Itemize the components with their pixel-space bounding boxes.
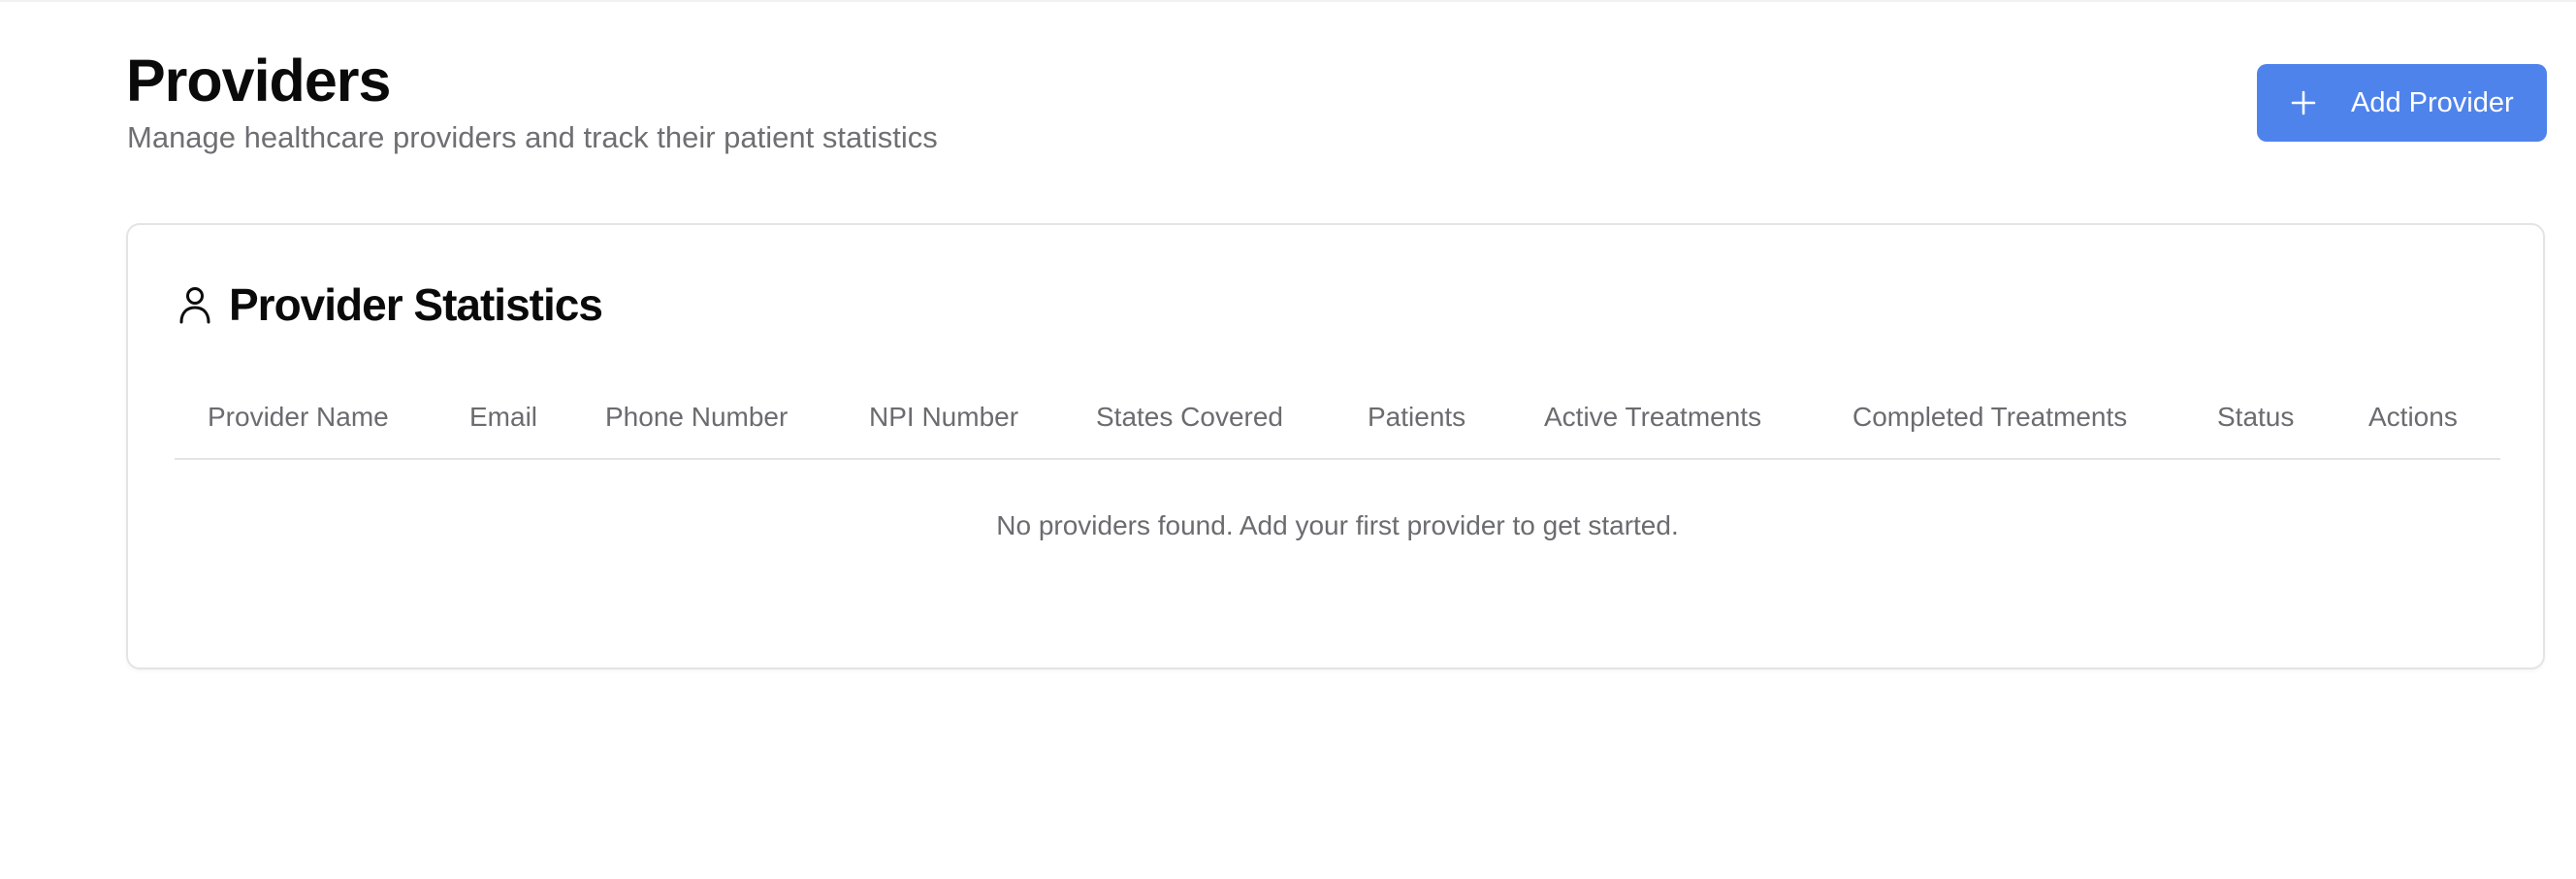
column-header-status[interactable]: Status xyxy=(2217,376,2294,458)
user-icon xyxy=(179,287,210,324)
column-header-provider-name[interactable]: Provider Name xyxy=(208,376,389,458)
providers-page: Providers Manage healthcare providers an… xyxy=(126,0,2547,879)
column-header-completed-treatments[interactable]: Completed Treatments xyxy=(1852,376,2127,458)
column-header-email[interactable]: Email xyxy=(469,376,537,458)
column-header-active-treatments[interactable]: Active Treatments xyxy=(1544,376,1761,458)
add-provider-button[interactable]: Add Provider xyxy=(2257,64,2547,142)
column-header-actions: Actions xyxy=(2368,402,2458,432)
table-header: Provider Name Email Phone Number NPI Num… xyxy=(175,376,2500,460)
plus-icon xyxy=(2291,90,2316,115)
empty-state-message: No providers found. Add your first provi… xyxy=(996,510,1679,540)
column-header-states-covered[interactable]: States Covered xyxy=(1096,376,1283,458)
column-header-patients[interactable]: Patients xyxy=(1368,376,1465,458)
page-title: Providers xyxy=(126,48,391,114)
add-provider-label: Add Provider xyxy=(2351,86,2514,118)
providers-table: Provider Name Email Phone Number NPI Num… xyxy=(175,376,2500,540)
provider-statistics-card: Provider Statistics Provider Name Email … xyxy=(126,223,2545,669)
card-title: Provider Statistics xyxy=(229,279,603,330)
column-header-phone-number[interactable]: Phone Number xyxy=(605,376,788,458)
card-header: Provider Statistics xyxy=(178,276,603,334)
page-subtitle: Manage healthcare providers and track th… xyxy=(127,120,938,154)
column-header-npi-number[interactable]: NPI Number xyxy=(869,376,1018,458)
